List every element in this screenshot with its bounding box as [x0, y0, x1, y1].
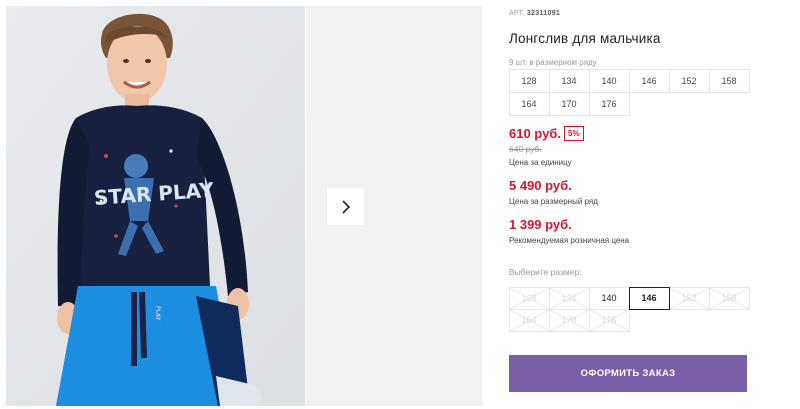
size-set-cell: 164: [508, 91, 550, 116]
chevron-right-icon: [341, 199, 350, 214]
boy-model-illustration: STAR PLAY PLAY: [6, 6, 305, 406]
size-option-164: 164: [508, 308, 550, 332]
product-gallery: STAR PLAY PLAY: [6, 6, 482, 406]
gallery-next-button[interactable]: [327, 188, 364, 225]
size-option-label: 158: [721, 293, 737, 303]
size-option-176: 176: [588, 308, 630, 332]
size-set-cell: 170: [548, 91, 590, 116]
size-set-note: 9 шт. в размерном ряду: [509, 58, 597, 67]
size-picker: 128 134 140 146 152 158 164 170 176: [508, 286, 751, 332]
article-label: АРТ.: [509, 10, 525, 17]
size-option-label: 152: [681, 293, 697, 303]
size-option-134: 134: [548, 286, 590, 310]
size-set-cell: 140: [588, 68, 630, 93]
size-option-158: 158: [708, 286, 750, 310]
unit-price-caption: Цена за единицу: [509, 158, 572, 167]
size-option-label: 164: [521, 315, 537, 325]
size-set-cell: 176: [588, 91, 630, 116]
set-price: 5 490 руб.: [509, 178, 572, 193]
unit-price: 610 руб.: [509, 126, 561, 141]
size-option-label: 128: [521, 293, 537, 303]
size-set-cell: 146: [628, 68, 670, 93]
size-set-cell: 152: [668, 68, 710, 93]
product-title: Лонгслив для мальчика: [509, 31, 661, 46]
set-price-caption: Цена за размерный ряд: [509, 197, 598, 206]
size-option-label: 146: [641, 293, 657, 303]
size-set-cell: 128: [508, 68, 550, 93]
product-info-panel: АРТ. 32311091 Лонгслив для мальчика 9 шт…: [508, 0, 799, 409]
size-option-146[interactable]: 146: [628, 286, 670, 310]
size-option-label: 134: [561, 293, 577, 303]
size-set-cell: 158: [708, 68, 750, 93]
size-option-170: 170: [548, 308, 590, 332]
size-option-label: 176: [601, 315, 617, 325]
size-option-label: 170: [561, 315, 577, 325]
old-price: 640 руб.: [509, 144, 542, 154]
size-set-cell: 134: [548, 68, 590, 93]
article-value: 32311091: [526, 10, 561, 17]
size-option-152: 152: [668, 286, 710, 310]
product-photo[interactable]: STAR PLAY PLAY: [6, 6, 305, 406]
rrp-price-caption: Рекомендуемая розничная цена: [509, 236, 630, 245]
size-option-140[interactable]: 140: [588, 286, 630, 310]
size-option-128: 128: [508, 286, 550, 310]
discount-badge: 5%: [564, 126, 584, 141]
order-button[interactable]: ОФОРМИТЬ ЗАКАЗ: [509, 355, 747, 392]
drawstring-text: PLAY: [154, 306, 161, 321]
size-option-label: 140: [601, 293, 617, 303]
size-set-grid: 128 134 140 146 152 158 164 170 176: [508, 68, 751, 116]
article-number: АРТ. 32311091: [509, 10, 560, 17]
size-picker-label: Выберите размер:: [509, 267, 582, 277]
rrp-price: 1 399 руб.: [509, 217, 572, 232]
